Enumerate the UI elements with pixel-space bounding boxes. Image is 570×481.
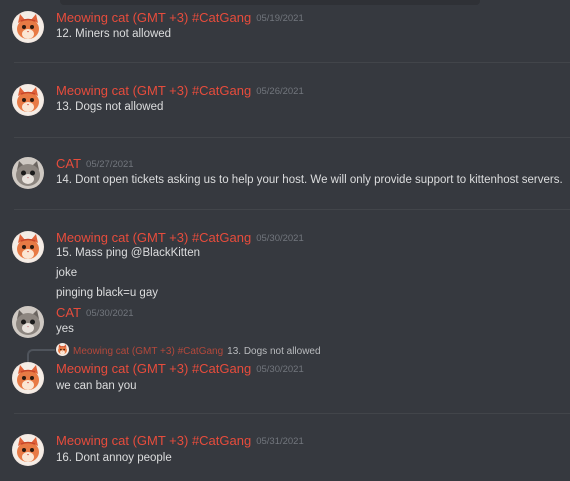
timestamp[interactable]: 05/30/2021 [86,308,134,319]
author-name[interactable]: CAT [56,305,81,320]
previous-message-edge [60,0,480,5]
message-header: Meowing cat (GMT +3) #CatGang 05/30/2021 [56,229,304,247]
date-divider [14,137,570,138]
message-text: yes [56,323,74,335]
author-name[interactable]: CAT [56,156,81,171]
reply-author-name[interactable]: Meowing cat (GMT +3) #CatGang [73,346,223,357]
orange-cat-avatar-icon [56,343,69,356]
orange-cat-avatar-icon[interactable] [12,362,44,394]
timestamp[interactable]: 05/26/2021 [256,86,304,97]
author-name[interactable]: Meowing cat (GMT +3) #CatGang [56,433,251,448]
message-header: CAT 05/27/2021 [56,155,134,173]
author-name[interactable]: Meowing cat (GMT +3) #CatGang [56,230,251,245]
orange-cat-avatar-icon[interactable] [12,231,44,263]
orange-cat-avatar-icon[interactable] [12,84,44,116]
gray-cat-avatar-icon[interactable] [12,306,44,338]
message-text: we can ban you [56,380,137,392]
timestamp[interactable]: 05/19/2021 [256,13,304,24]
message-text: 13. Dogs not allowed [56,101,164,113]
timestamp[interactable]: 05/31/2021 [256,436,304,447]
message-text: 12. Miners not allowed [56,28,172,40]
message-text: 16. Dont annoy people [56,452,172,464]
author-name[interactable]: Meowing cat (GMT +3) #CatGang [56,83,251,98]
reply-text[interactable]: 13. Dogs not allowed [227,346,320,357]
message-text: 14. Dont open tickets asking us to help … [56,174,563,186]
timestamp[interactable]: 05/30/2021 [256,233,304,244]
author-name[interactable]: Meowing cat (GMT +3) #CatGang [56,10,251,25]
date-divider [14,209,570,210]
message-text: joke [56,267,78,279]
message-header: CAT 05/30/2021 [56,304,134,322]
date-divider [14,413,570,414]
message-header: Meowing cat (GMT +3) #CatGang 05/30/2021 [56,360,304,378]
reply-reference[interactable]: Meowing cat (GMT +3) #CatGang 13. Dogs no… [56,343,321,357]
message-header: Meowing cat (GMT +3) #CatGang 05/19/2021 [56,9,304,27]
message-header: Meowing cat (GMT +3) #CatGang 05/26/2021 [56,82,304,100]
timestamp[interactable]: 05/27/2021 [86,159,134,170]
message-text: pinging black=u gay [56,287,158,299]
orange-cat-avatar-icon[interactable] [12,434,44,466]
timestamp[interactable]: 05/30/2021 [256,364,304,375]
message-header: Meowing cat (GMT +3) #CatGang 05/31/2021 [56,432,304,450]
author-name[interactable]: Meowing cat (GMT +3) #CatGang [56,361,251,376]
message-text: 15. Mass ping @BlackKitten [56,247,200,259]
date-divider [14,62,570,63]
orange-cat-avatar-icon[interactable] [12,11,44,43]
gray-cat-avatar-icon[interactable] [12,157,44,189]
